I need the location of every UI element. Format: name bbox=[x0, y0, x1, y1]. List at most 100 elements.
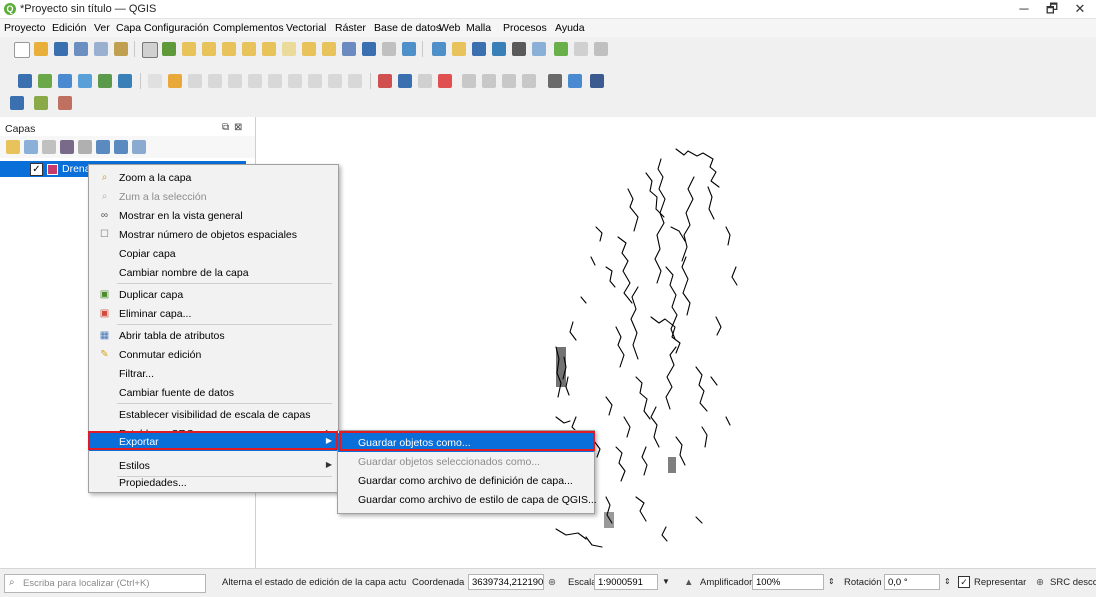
menu-vectorial[interactable]: Vectorial bbox=[286, 22, 326, 34]
menu-item-zoom-layer[interactable]: ⌕ Zoom a la capa bbox=[89, 168, 338, 187]
menu-item-remove-layer[interactable]: ▣ Eliminar capa... bbox=[89, 304, 338, 323]
add-vector-icon[interactable] bbox=[38, 74, 52, 88]
submenu-item-save-style-file[interactable]: Guardar como archivo de estilo de capa d… bbox=[338, 490, 597, 509]
digitize-icon[interactable] bbox=[208, 74, 222, 88]
spinner-icon[interactable]: ⇕ bbox=[828, 577, 835, 586]
save-as-icon[interactable] bbox=[74, 42, 88, 56]
magnifier-spinbox[interactable]: 100% bbox=[752, 574, 824, 590]
label-settings-icon[interactable] bbox=[398, 74, 412, 88]
rotate-label-icon[interactable] bbox=[482, 74, 496, 88]
copy-features-icon[interactable] bbox=[288, 74, 302, 88]
zoom-layer-toolbar-icon[interactable] bbox=[262, 42, 276, 56]
add-group-icon[interactable] bbox=[24, 140, 38, 154]
change-label-icon[interactable] bbox=[502, 74, 516, 88]
menu-malla[interactable]: Malla bbox=[466, 22, 491, 34]
submenu-item-save-layer-definition[interactable]: Guardar como archivo de definición de ca… bbox=[338, 471, 594, 490]
menu-item-filter[interactable]: Filtrar... bbox=[89, 364, 338, 383]
menu-complementos[interactable]: Complementos bbox=[213, 22, 284, 34]
attribute-table-icon[interactable] bbox=[472, 42, 486, 56]
clock-icon[interactable] bbox=[382, 42, 396, 56]
collapse-all-icon[interactable] bbox=[114, 140, 128, 154]
layout-manager-icon[interactable] bbox=[114, 42, 128, 56]
paste-features-icon[interactable] bbox=[308, 74, 322, 88]
chevron-down-icon[interactable]: ▼ bbox=[662, 577, 670, 586]
spinner-icon[interactable]: ⇕ bbox=[944, 577, 951, 586]
text-annotation-icon[interactable] bbox=[574, 42, 588, 56]
scale-combo[interactable]: 1:9000591 bbox=[594, 574, 658, 590]
new-layer-icon[interactable] bbox=[10, 96, 24, 110]
menu-base-de-datos[interactable]: Base de datos bbox=[374, 22, 441, 34]
refresh-icon[interactable] bbox=[402, 42, 416, 56]
zoom-out-icon[interactable] bbox=[202, 42, 216, 56]
close-button[interactable]: ✕ bbox=[1066, 1, 1094, 17]
add-spatialite-icon[interactable] bbox=[78, 74, 92, 88]
zoom-last-icon[interactable] bbox=[302, 42, 316, 56]
crs-globe-icon[interactable]: ⊕ bbox=[1036, 577, 1044, 588]
statistics-icon[interactable] bbox=[512, 42, 526, 56]
menu-item-scale-visibility[interactable]: Establecer visibilidad de escala de capa… bbox=[89, 405, 338, 424]
measure-icon[interactable] bbox=[532, 42, 546, 56]
crs-label[interactable]: SRC desconocido bbox=[1050, 577, 1096, 588]
menu-item-toggle-editing[interactable]: ✎ Conmutar edición bbox=[89, 345, 338, 364]
add-postgis-icon[interactable] bbox=[98, 74, 112, 88]
menu-item-properties[interactable]: Propiedades... bbox=[89, 475, 338, 491]
open-project-icon[interactable] bbox=[34, 42, 48, 56]
zoom-in-icon[interactable] bbox=[182, 42, 196, 56]
minimize-button[interactable]: ─ bbox=[1010, 1, 1038, 17]
new-memory-layer-icon[interactable] bbox=[58, 96, 72, 110]
edit-tool-icon[interactable] bbox=[148, 74, 162, 88]
new-project-icon[interactable] bbox=[14, 42, 30, 58]
identify-icon[interactable] bbox=[432, 42, 446, 56]
toggle-extents-icon[interactable]: ⊛ bbox=[548, 577, 556, 588]
pan-to-selection-icon[interactable] bbox=[162, 42, 176, 56]
menu-procesos[interactable]: Procesos bbox=[503, 22, 547, 34]
pin-label-icon[interactable] bbox=[438, 74, 452, 88]
new-shapefile-icon[interactable] bbox=[34, 96, 48, 110]
menu-item-show-feature-count[interactable]: ☐ Mostrar número de objetos espaciales bbox=[89, 225, 338, 244]
maximize-button[interactable]: 🗗 bbox=[1038, 1, 1066, 17]
menu-item-rename-layer[interactable]: Cambiar nombre de la capa bbox=[89, 263, 338, 282]
vertex-tool-icon[interactable] bbox=[228, 74, 242, 88]
menu-capa[interactable]: Capa bbox=[116, 22, 141, 34]
filter-expression-icon[interactable] bbox=[78, 140, 92, 154]
render-checkbox[interactable]: ✓ bbox=[958, 576, 970, 588]
remove-layer-icon[interactable] bbox=[132, 140, 146, 154]
plugin-icon[interactable] bbox=[548, 74, 562, 88]
rotation-spinbox[interactable]: 0,0 ° bbox=[884, 574, 940, 590]
field-calculator-icon[interactable] bbox=[492, 42, 506, 56]
menu-item-duplicate-layer[interactable]: ▣ Duplicar capa bbox=[89, 285, 338, 304]
menu-raster[interactable]: Ráster bbox=[335, 22, 366, 34]
print-layout-icon[interactable] bbox=[94, 42, 108, 56]
diagram-icon[interactable] bbox=[418, 74, 432, 88]
save-project-icon[interactable] bbox=[54, 42, 68, 56]
annotation-tools-icon[interactable] bbox=[594, 42, 608, 56]
menu-item-styles[interactable]: Estilos ▶ bbox=[89, 456, 338, 475]
menu-edicion[interactable]: Edición bbox=[52, 22, 86, 34]
lock-scale-icon[interactable]: ▲ bbox=[684, 577, 693, 588]
move-label-icon[interactable] bbox=[462, 74, 476, 88]
zoom-full-icon[interactable] bbox=[222, 42, 236, 56]
cut-features-icon[interactable] bbox=[268, 74, 282, 88]
menu-item-copy-layer[interactable]: Copiar capa bbox=[89, 244, 338, 263]
processing-toolbox-icon[interactable] bbox=[590, 74, 604, 88]
save-edits-icon[interactable] bbox=[188, 74, 202, 88]
zoom-next-icon[interactable] bbox=[322, 42, 336, 56]
bookmark-icon[interactable] bbox=[342, 42, 356, 56]
zoom-native-icon[interactable] bbox=[282, 42, 296, 56]
toggle-editing-icon[interactable] bbox=[168, 74, 182, 88]
menu-web[interactable]: Web bbox=[439, 22, 460, 34]
map-tips-icon[interactable] bbox=[554, 42, 568, 56]
menu-ayuda[interactable]: Ayuda bbox=[555, 22, 585, 34]
python-console-icon[interactable] bbox=[568, 74, 582, 88]
data-source-manager-icon[interactable] bbox=[18, 74, 32, 88]
redo-icon[interactable] bbox=[348, 74, 362, 88]
bookmarks-icon[interactable] bbox=[362, 42, 376, 56]
show-hide-label-icon[interactable] bbox=[522, 74, 536, 88]
menu-proyecto[interactable]: Proyecto bbox=[4, 22, 45, 34]
add-raster-icon[interactable] bbox=[118, 74, 132, 88]
undo-icon[interactable] bbox=[328, 74, 342, 88]
manage-visibility-icon[interactable] bbox=[42, 140, 56, 154]
layer-visibility-checkbox[interactable]: ✓ bbox=[30, 163, 43, 176]
menu-item-open-attribute-table[interactable]: ▦ Abrir tabla de atributos bbox=[89, 326, 338, 345]
zoom-selection-toolbar-icon[interactable] bbox=[242, 42, 256, 56]
